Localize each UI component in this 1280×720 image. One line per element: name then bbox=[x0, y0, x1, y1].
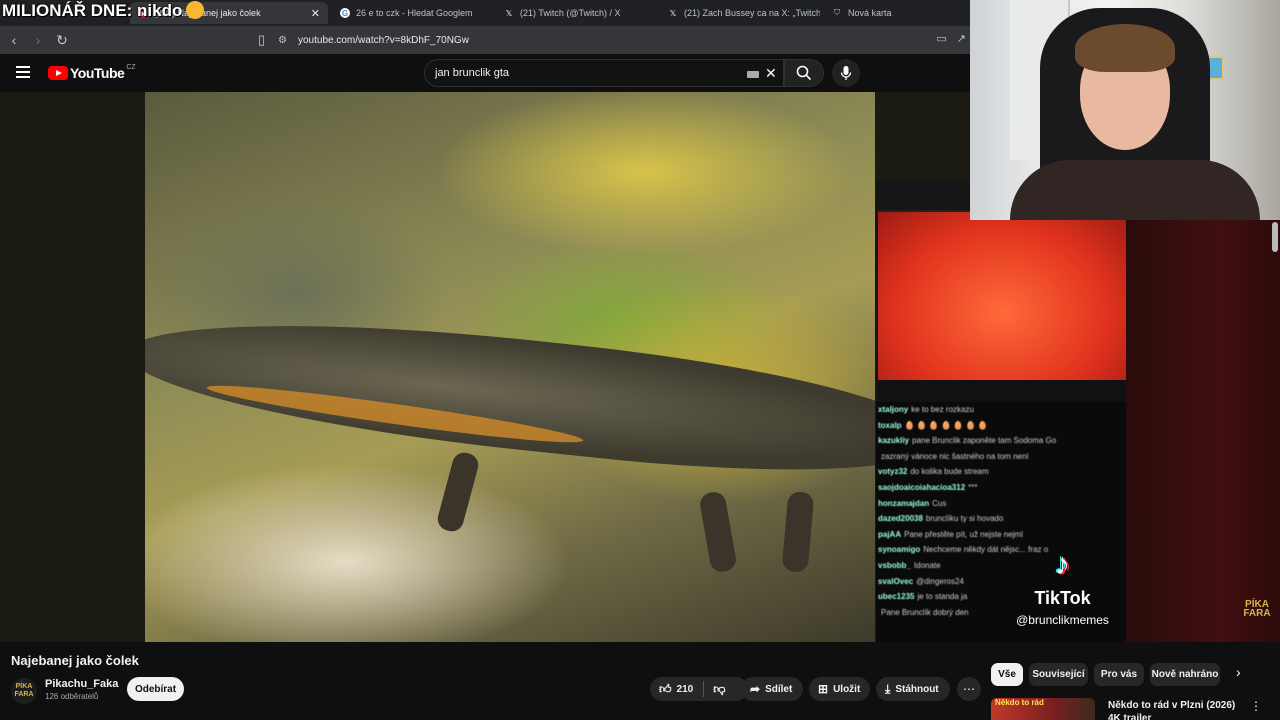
subscriber-count: 126 odběratelů bbox=[45, 692, 99, 701]
youtube-wordmark: YouTube bbox=[70, 65, 125, 81]
youtube-play-icon bbox=[48, 66, 68, 80]
site-settings-icon[interactable]: ⚙ bbox=[278, 35, 288, 46]
stream-background bbox=[1126, 220, 1280, 642]
save-label: Uložit bbox=[833, 683, 861, 695]
chat-line: dazed20038 brunclíku ty si hovado bbox=[878, 514, 1004, 524]
like-divider bbox=[703, 681, 705, 697]
chevron-right-icon[interactable]: › bbox=[1236, 664, 1241, 680]
back-icon[interactable]: ‹ bbox=[4, 30, 24, 50]
tiktok-handle: @brunclikmemes bbox=[1016, 613, 1109, 627]
recommendation-menu-icon[interactable]: ⋮ bbox=[1250, 699, 1262, 713]
video-player[interactable] bbox=[145, 92, 875, 642]
x-favicon-icon: 𝕏 bbox=[505, 8, 513, 18]
chat-line: zazraný vánoce nic šastného na tom není bbox=[881, 451, 1029, 461]
url-field[interactable]: ⚙ youtube.com/watch?v=8kDhF_70NGw bbox=[278, 31, 469, 49]
streamer-camera bbox=[878, 210, 1126, 380]
search-query: jan brunclik gta bbox=[435, 67, 509, 79]
close-tab-icon[interactable]: ✕ bbox=[311, 7, 320, 20]
save-button[interactable]: ⊞ Uložit bbox=[809, 677, 870, 701]
tiktok-icon: ♪ bbox=[1055, 548, 1070, 581]
share-icon[interactable]: ↗ bbox=[957, 32, 966, 45]
stream-info-strip bbox=[878, 380, 1126, 402]
chip-for-you[interactable]: Pro vás bbox=[1094, 663, 1144, 686]
clear-search-icon[interactable]: ✕ bbox=[765, 65, 777, 82]
chat-line: kazukliy pane Brunclik zaponěte tam Sodom… bbox=[878, 436, 1057, 446]
chat-line: honzamajdan Cus bbox=[878, 498, 947, 508]
video-frame-newt-leg bbox=[781, 491, 815, 573]
google-favicon-icon: G bbox=[340, 8, 350, 18]
tiktok-watermark: ♪ TikTok @brunclikmemes bbox=[1000, 548, 1125, 628]
tab-label: Nová karta bbox=[848, 8, 892, 18]
search-icon bbox=[796, 65, 812, 81]
scrollbar-thumb[interactable] bbox=[1272, 222, 1278, 252]
like-icon[interactable]: 👍︎ bbox=[659, 682, 672, 697]
like-count[interactable]: 210 bbox=[677, 684, 694, 695]
search-button[interactable] bbox=[784, 59, 824, 87]
tiktok-name: TikTok bbox=[1034, 588, 1091, 608]
menu-icon[interactable] bbox=[16, 66, 30, 78]
more-actions-icon[interactable]: ⋯ bbox=[957, 677, 981, 701]
recommendation-title[interactable]: Někdo to rád v Plzni (2026) 4K trailer bbox=[1108, 699, 1248, 720]
chip-recently-uploaded[interactable]: Nově nahráno bbox=[1150, 663, 1220, 686]
reload-icon[interactable]: ↻ bbox=[52, 30, 72, 50]
share-arrow-icon: ➦ bbox=[750, 682, 761, 696]
emoji-icon bbox=[186, 1, 205, 19]
chat-line: votyz32 do kolika bude stream bbox=[878, 467, 989, 477]
recommendation-thumbnail[interactable]: Někdo to rád bbox=[991, 698, 1095, 720]
region-code: CZ bbox=[126, 63, 136, 71]
webcam-overlay bbox=[970, 0, 1280, 220]
chip-all[interactable]: Vše bbox=[991, 663, 1023, 686]
video-title: Najebanej jako čolek bbox=[11, 653, 139, 668]
voice-search-button[interactable] bbox=[832, 59, 860, 87]
tab-new[interactable]: ⛉ Nová karta bbox=[824, 2, 964, 24]
youtube-logo[interactable]: YouTube CZ bbox=[48, 63, 136, 81]
tab-label: (21) Zach Bussey ca na X: „Twitch info bbox=[684, 8, 820, 18]
webcam-person-body bbox=[1010, 160, 1260, 220]
webcam-person-hair bbox=[1075, 24, 1175, 72]
screen: MILIONÁŘ DNE: nikdo ▶ (338) Najebanej ja… bbox=[0, 0, 1280, 720]
channel-name[interactable]: Pikachu_Faka bbox=[45, 678, 118, 690]
chat-line: saojdoaicoiahacioa312 *** bbox=[878, 482, 978, 492]
forward-icon[interactable]: › bbox=[28, 30, 48, 50]
dislike-icon[interactable]: 👎︎ bbox=[713, 682, 725, 697]
chat-line: pajAA Pane přestěte pít, už nejste nejml bbox=[878, 529, 1023, 539]
thumbnail-text: Někdo to rád bbox=[995, 698, 1044, 707]
microphone-icon bbox=[840, 66, 852, 80]
address-bar-actions: ▭ ↗ bbox=[936, 32, 966, 45]
subscribe-button[interactable]: Odebírat bbox=[127, 677, 184, 701]
tab-zach-x[interactable]: 𝕏 (21) Zach Bussey ca na X: „Twitch info bbox=[660, 2, 820, 24]
download-button[interactable]: ⤓ Stáhnout bbox=[876, 677, 950, 701]
tab-google[interactable]: G 26 e to czk - Hledat Googlem bbox=[332, 2, 492, 24]
search-input[interactable]: jan brunclik gta ✕ bbox=[424, 59, 784, 87]
tab-label: (21) Twitch (@Twitch) / X bbox=[520, 8, 621, 18]
download-label: Stáhnout bbox=[895, 683, 939, 695]
cast-icon[interactable]: ▭ bbox=[936, 32, 946, 45]
save-icon: ⊞ bbox=[818, 682, 829, 696]
share-button[interactable]: ➦ Sdílet bbox=[741, 677, 803, 701]
shield-favicon-icon: ⛉ bbox=[834, 8, 840, 17]
tab-label: 26 e to czk - Hledat Googlem bbox=[356, 8, 473, 18]
chat-line: toxalp 🥚 🥚 🥚 🥚 🥚 🥚 🥚 bbox=[878, 420, 988, 430]
tab-twitch-x[interactable]: 𝕏 (21) Twitch (@Twitch) / X bbox=[496, 2, 656, 24]
keyboard-icon[interactable] bbox=[747, 71, 759, 78]
video-frame-newt-leg bbox=[435, 449, 481, 535]
bookmark-icon[interactable]: ▯ bbox=[258, 32, 265, 48]
like-dislike-group: 👍︎ 210 👎︎ bbox=[650, 677, 748, 701]
chip-related[interactable]: Související bbox=[1029, 663, 1088, 686]
chat-line: xtaljony ke to bez rozkazu bbox=[878, 405, 974, 414]
share-label: Sdílet bbox=[765, 683, 793, 695]
stream-overlay-title: MILIONÁŘ DNE: nikdo bbox=[2, 1, 205, 21]
channel-avatar[interactable]: PÍKA FARA bbox=[11, 678, 37, 704]
video-frame-newt-leg bbox=[698, 490, 738, 574]
address-bar: ‹ › ↻ ▯ ⚙ youtube.com/watch?v=8kDhF_70NG… bbox=[0, 26, 970, 54]
youtube-header: YouTube CZ jan brunclik gta ✕ bbox=[0, 54, 970, 92]
x-favicon-icon: 𝕏 bbox=[669, 8, 677, 18]
channel-watermark: PÍKA FARA bbox=[1243, 599, 1271, 619]
url-text: youtube.com/watch?v=8kDhF_70NGw bbox=[298, 34, 469, 46]
download-icon: ⤓ bbox=[885, 681, 891, 696]
